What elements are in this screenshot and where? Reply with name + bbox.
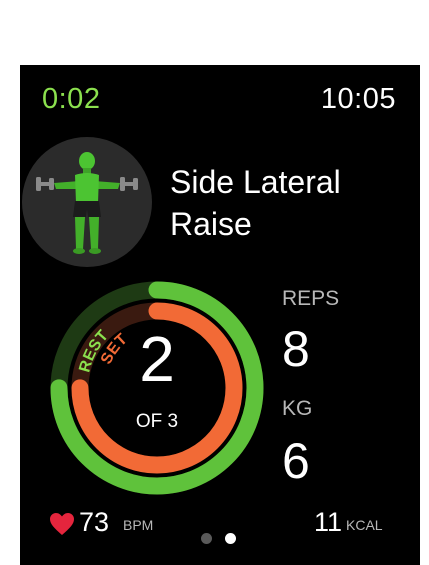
weight-value: 6 [282,433,310,489]
elapsed-timer: 0:02 [42,83,101,115]
heart-icon [50,513,74,535]
page-dot-2-active[interactable] [225,533,236,544]
current-set-number: 2 [139,323,175,395]
heart-rate-unit: BPM [123,517,154,533]
calories-value: 11 [314,507,343,537]
total-sets-label: OF 3 [135,411,179,432]
lateral-raise-figure-icon [22,137,152,267]
heart-rate-value: 73 [79,507,110,537]
exercise-name: Side Lateral Raise [170,164,341,242]
page-dot-1[interactable] [201,533,212,544]
reps-value: 8 [282,321,310,377]
reps-label: REPS [282,287,340,310]
clock-time: 10:05 [320,83,396,115]
weight-label: KG [282,397,313,420]
watch-screen: 0:02 10:05 Side Lateral Raise REST SET 2… [20,65,420,565]
calories-unit: KCAL [346,517,383,533]
